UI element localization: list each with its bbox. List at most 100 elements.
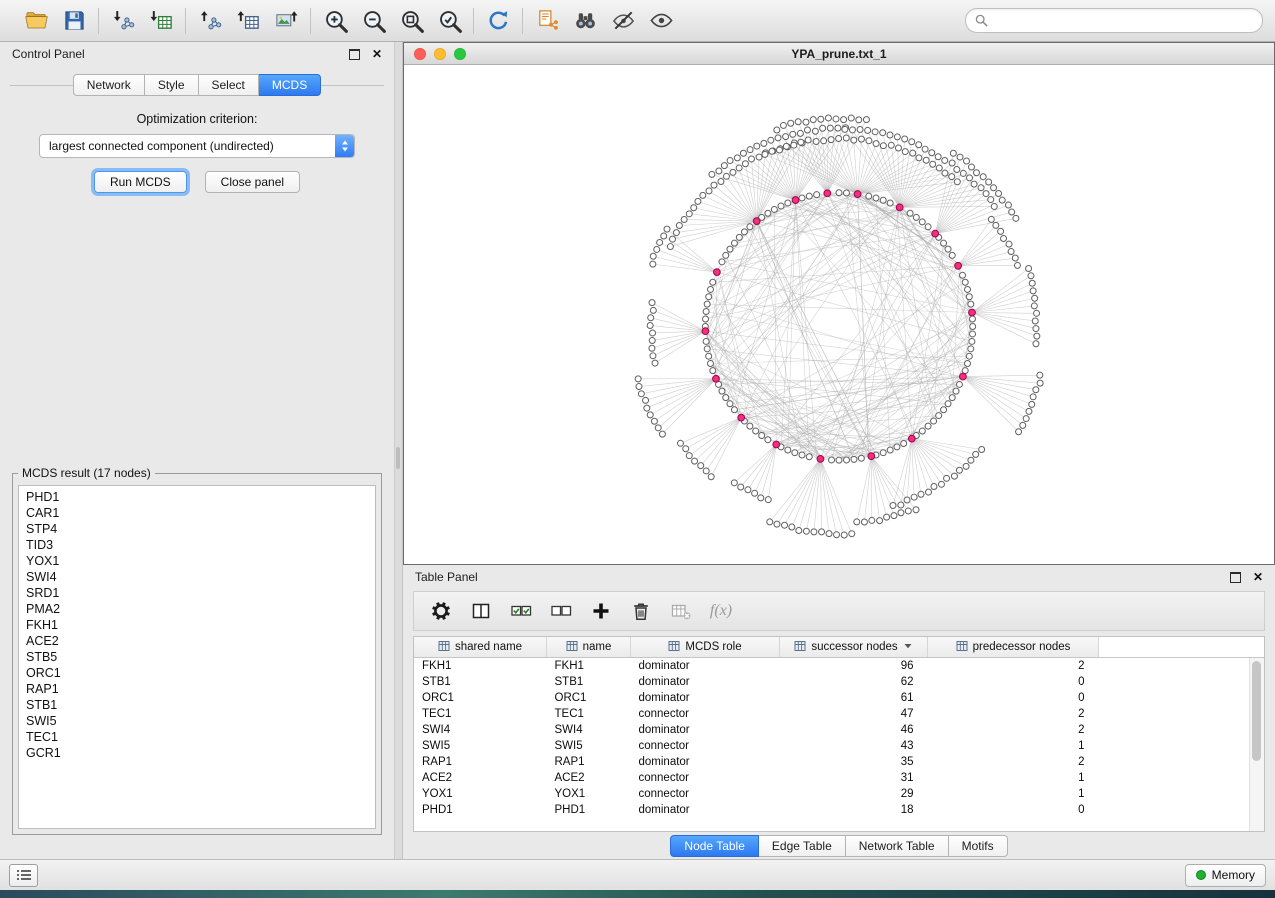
tab-mcds[interactable]: MCDS: [259, 74, 321, 96]
cell-predecessor-nodes[interactable]: 2: [928, 722, 1099, 738]
mcds-result-list[interactable]: PHD1CAR1STP4TID3YOX1SWI4SRD1PMA2FKH1ACE2…: [18, 485, 376, 829]
table-row[interactable]: SWI5SWI5connector431: [414, 738, 1264, 754]
table-row[interactable]: TEC1TEC1connector472: [414, 706, 1264, 722]
cell-shared-name[interactable]: STB1: [414, 674, 547, 690]
export-image-button[interactable]: [271, 6, 301, 36]
cell-predecessor-nodes[interactable]: 2: [928, 754, 1099, 770]
network-window-titlebar[interactable]: YPA_prune.txt_1: [404, 43, 1274, 65]
cell-name[interactable]: STB1: [547, 674, 631, 690]
mcds-result-node[interactable]: STB5: [26, 649, 368, 665]
cell-name[interactable]: TEC1: [547, 706, 631, 722]
cell-mcds-role[interactable]: dominator: [631, 722, 780, 738]
cell-name[interactable]: SWI4: [547, 722, 631, 738]
search-input[interactable]: [993, 13, 1253, 29]
cell-shared-name[interactable]: YOX1: [414, 786, 547, 802]
cell-successor-nodes[interactable]: 46: [780, 722, 928, 738]
memory-button[interactable]: Memory: [1185, 864, 1266, 887]
column-header-shared-name[interactable]: shared name: [414, 637, 547, 658]
cell-mcds-role[interactable]: dominator: [631, 690, 780, 706]
cell-name[interactable]: YOX1: [547, 786, 631, 802]
table-row[interactable]: YOX1YOX1connector291: [414, 786, 1264, 802]
delete-row-trash-button[interactable]: [626, 596, 656, 626]
cell-shared-name[interactable]: RAP1: [414, 754, 547, 770]
cell-shared-name[interactable]: PHD1: [414, 802, 547, 818]
table-row[interactable]: ACE2ACE2connector311: [414, 770, 1264, 786]
cell-shared-name[interactable]: ORC1: [414, 690, 547, 706]
table-row[interactable]: SWI4SWI4dominator462: [414, 722, 1264, 738]
mcds-result-node[interactable]: GCR1: [26, 745, 368, 761]
cell-mcds-role[interactable]: dominator: [631, 658, 780, 675]
find-binoculars-button[interactable]: [570, 6, 600, 36]
column-header-mcds-role[interactable]: MCDS role: [631, 637, 780, 658]
tab-node-table[interactable]: Node Table: [670, 835, 759, 857]
mcds-result-node[interactable]: PMA2: [26, 601, 368, 617]
cell-shared-name[interactable]: ACE2: [414, 770, 547, 786]
cell-mcds-role[interactable]: connector: [631, 770, 780, 786]
save-session-button[interactable]: [59, 6, 89, 36]
column-header-successor-nodes[interactable]: successor nodes: [780, 637, 928, 658]
panel-divider[interactable]: [394, 42, 403, 859]
cell-predecessor-nodes[interactable]: 0: [928, 674, 1099, 690]
cell-mcds-role[interactable]: connector: [631, 786, 780, 802]
cell-successor-nodes[interactable]: 62: [780, 674, 928, 690]
mcds-result-node[interactable]: SWI5: [26, 713, 368, 729]
cell-name[interactable]: RAP1: [547, 754, 631, 770]
mcds-result-node[interactable]: PHD1: [26, 489, 368, 505]
mcds-result-node[interactable]: FKH1: [26, 617, 368, 633]
cell-shared-name[interactable]: SWI4: [414, 722, 547, 738]
cell-mcds-role[interactable]: dominator: [631, 754, 780, 770]
table-scrollbar-thumb[interactable]: [1252, 661, 1261, 761]
cell-successor-nodes[interactable]: 31: [780, 770, 928, 786]
mcds-result-node[interactable]: TID3: [26, 537, 368, 553]
select-all-checkboxes-button[interactable]: [506, 596, 536, 626]
close-table-panel-icon[interactable]: ✕: [1253, 571, 1263, 583]
run-mcds-button[interactable]: Run MCDS: [94, 171, 187, 193]
table-row[interactable]: ORC1ORC1dominator610: [414, 690, 1264, 706]
mcds-result-node[interactable]: TEC1: [26, 729, 368, 745]
tab-network-table[interactable]: Network Table: [846, 835, 949, 857]
tab-network[interactable]: Network: [73, 74, 145, 96]
zoom-in-button[interactable]: [320, 6, 350, 36]
cell-mcds-role[interactable]: connector: [631, 738, 780, 754]
tab-select[interactable]: Select: [199, 74, 259, 96]
table-row[interactable]: RAP1RAP1dominator352: [414, 754, 1264, 770]
cell-mcds-role[interactable]: dominator: [631, 802, 780, 818]
panels-menu-button[interactable]: [9, 864, 38, 887]
mcds-result-node[interactable]: SWI4: [26, 569, 368, 585]
close-mcds-panel-button[interactable]: Close panel: [205, 171, 300, 193]
cell-predecessor-nodes[interactable]: 1: [928, 738, 1099, 754]
mcds-result-node[interactable]: STB1: [26, 697, 368, 713]
export-table-button[interactable]: [233, 6, 263, 36]
cell-mcds-role[interactable]: connector: [631, 706, 780, 722]
export-network-button[interactable]: [195, 6, 225, 36]
zoom-selected-button[interactable]: [434, 6, 464, 36]
table-settings-gear-button[interactable]: [426, 596, 456, 626]
cell-predecessor-nodes[interactable]: 0: [928, 802, 1099, 818]
tab-style[interactable]: Style: [145, 74, 199, 96]
clone-network-button[interactable]: [532, 6, 562, 36]
table-row[interactable]: FKH1FKH1dominator962: [414, 658, 1264, 675]
cell-name[interactable]: SWI5: [547, 738, 631, 754]
minimize-window-button[interactable]: [434, 48, 446, 60]
toggle-columns-button[interactable]: [466, 596, 496, 626]
open-file-button[interactable]: [21, 6, 51, 36]
cell-predecessor-nodes[interactable]: 2: [928, 706, 1099, 722]
cell-name[interactable]: PHD1: [547, 802, 631, 818]
cell-successor-nodes[interactable]: 29: [780, 786, 928, 802]
mcds-result-node[interactable]: RAP1: [26, 681, 368, 697]
add-row-plus-button[interactable]: [586, 596, 616, 626]
tab-motifs[interactable]: Motifs: [949, 835, 1008, 857]
cell-successor-nodes[interactable]: 96: [780, 658, 928, 675]
table-row[interactable]: STB1STB1dominator620: [414, 674, 1264, 690]
cell-successor-nodes[interactable]: 35: [780, 754, 928, 770]
cell-name[interactable]: FKH1: [547, 658, 631, 675]
float-table-panel-icon[interactable]: [1230, 572, 1241, 583]
table-scrollbar[interactable]: [1249, 658, 1264, 831]
cell-predecessor-nodes[interactable]: 2: [928, 658, 1099, 675]
cell-successor-nodes[interactable]: 47: [780, 706, 928, 722]
cell-mcds-role[interactable]: dominator: [631, 674, 780, 690]
refresh-layout-button[interactable]: [483, 6, 513, 36]
cell-predecessor-nodes[interactable]: 0: [928, 690, 1099, 706]
zoom-out-button[interactable]: [358, 6, 388, 36]
mcds-result-node[interactable]: ORC1: [26, 665, 368, 681]
